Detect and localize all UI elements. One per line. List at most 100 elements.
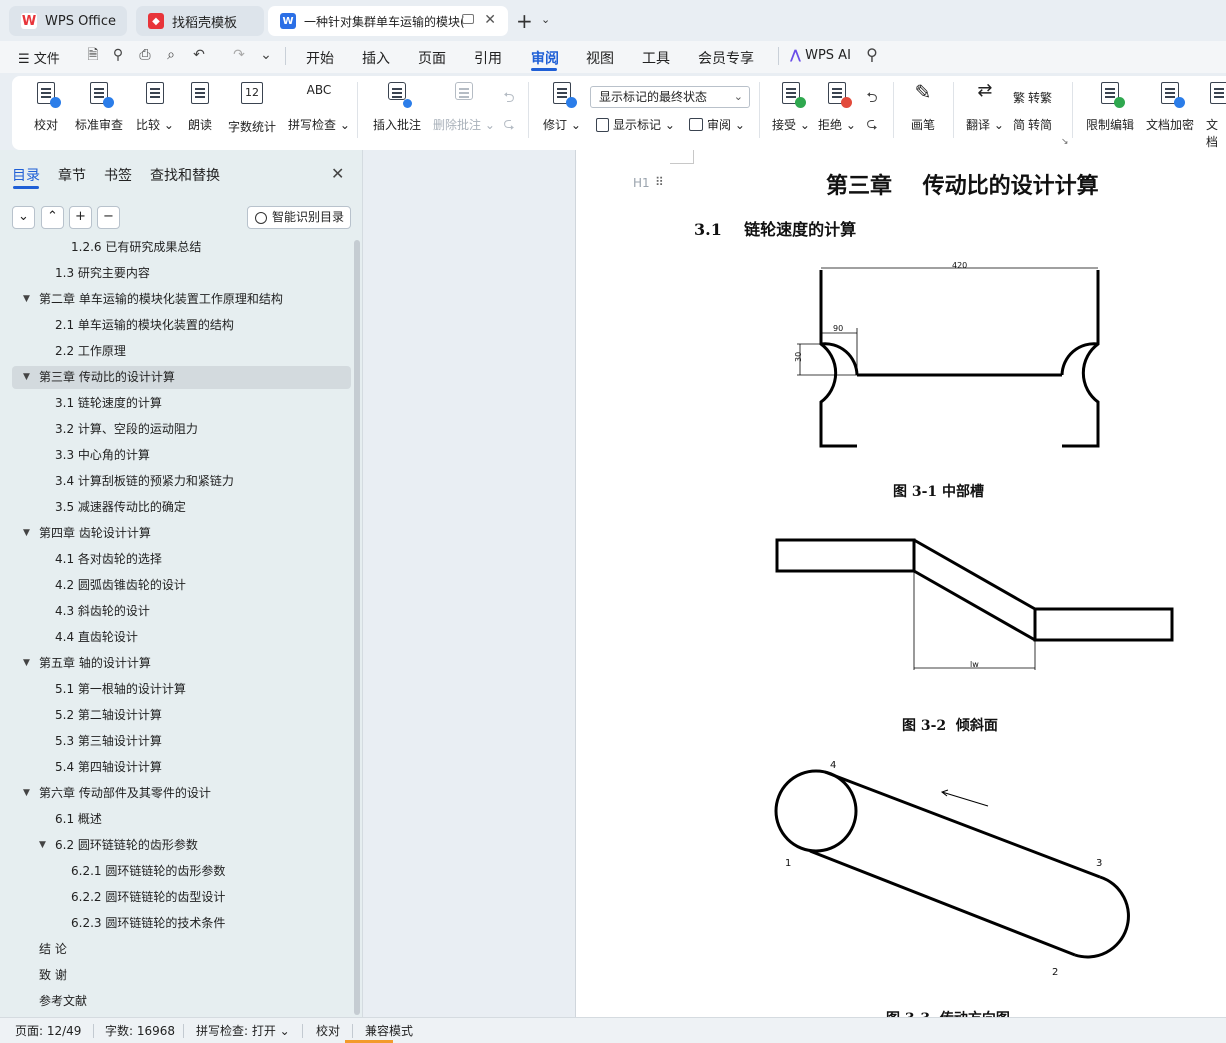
toc-item[interactable]: 6.1 概述	[12, 808, 351, 831]
show-markup-button[interactable]: 显示标记 ⌄	[596, 116, 675, 133]
toc-item[interactable]: 5.2 第二轴设计计算	[12, 704, 351, 727]
page-count[interactable]: 页面: 12/49	[15, 1022, 81, 1039]
toc-item[interactable]: 2.2 工作原理	[12, 340, 351, 363]
toc-collapse-arrow-icon[interactable]: ▼	[23, 652, 30, 675]
collapse-down-button[interactable]: ⌄	[12, 206, 35, 229]
toc-item[interactable]: 致 谢	[12, 964, 351, 987]
to-traditional-button[interactable]: 繁转繁	[1013, 89, 1052, 106]
redo-icon[interactable]: ↷	[231, 47, 247, 63]
next-comment-icon[interactable]: ⮎	[501, 116, 517, 132]
toc-item[interactable]: ▼ 6.2 圆环链链轮的齿形参数	[12, 834, 351, 857]
word-count-button[interactable]: 12 字数统计	[228, 80, 276, 135]
toc-collapse-arrow-icon[interactable]: ▼	[39, 834, 46, 857]
smart-toc-button[interactable]: 智能识别目录	[247, 206, 351, 229]
close-icon[interactable]: ✕	[484, 12, 496, 28]
add-heading-button[interactable]: +	[69, 206, 92, 229]
expand-up-button[interactable]: ⌃	[41, 206, 64, 229]
tab-toc[interactable]: 目录	[12, 165, 40, 185]
toc-item[interactable]: 3.2 计算、空段的运动阻力	[12, 418, 351, 441]
standard-review-button[interactable]: 标准审查	[75, 80, 123, 133]
toc-item[interactable]: 6.2.2 圆环链链轮的齿型设计	[12, 886, 351, 909]
toc-item[interactable]: 4.2 圆弧齿锥齿轮的设计	[12, 574, 351, 597]
toc-item[interactable]: ▼ 第四章 齿轮设计计算	[12, 522, 351, 545]
document-encrypt-button[interactable]: 文档加密	[1146, 80, 1194, 133]
previous-comment-icon[interactable]: ⮌	[501, 90, 517, 106]
tab-current-document[interactable]: W 一种针对集群单车运输的模块( ✕	[268, 6, 508, 36]
compare-button[interactable]: 比较 ⌄	[136, 80, 174, 133]
toc-item[interactable]: 5.3 第三轴设计计算	[12, 730, 351, 753]
tab-bookmarks[interactable]: 书签	[104, 165, 132, 185]
next-change-icon[interactable]: ⮎	[864, 116, 880, 132]
delete-comment-button[interactable]: 删除批注 ⌄	[433, 80, 495, 133]
previous-change-icon[interactable]: ⮌	[864, 90, 880, 106]
toc-item[interactable]: 5.4 第四轴设计计算	[12, 756, 351, 779]
proofread-button[interactable]: 校对	[33, 80, 61, 133]
toc-collapse-arrow-icon[interactable]: ▼	[23, 522, 30, 545]
menu-reference[interactable]: 引用	[474, 48, 502, 68]
toc-item[interactable]: 5.1 第一根轴的设计计算	[12, 678, 351, 701]
accept-button[interactable]: 接受 ⌄	[772, 80, 810, 133]
word-count-status[interactable]: 字数: 16968	[105, 1022, 175, 1039]
toc-item[interactable]: 3.3 中心角的计算	[12, 444, 351, 467]
chevron-down-icon[interactable]: ⌄	[541, 13, 550, 26]
toc-collapse-arrow-icon[interactable]: ▼	[23, 366, 30, 389]
toc-item[interactable]: 3.1 链轮速度的计算	[12, 392, 351, 415]
chevron-down-icon[interactable]: ⌄	[258, 47, 274, 63]
save-icon[interactable]: 🗎	[85, 47, 101, 63]
markup-state-select[interactable]: 显示标记的最终状态 ⌄	[590, 86, 750, 108]
spell-check-status[interactable]: 拼写检查: 打开 ⌄	[196, 1022, 290, 1039]
menu-member[interactable]: 会员专享	[698, 48, 754, 68]
document-cut-button[interactable]: 文档	[1206, 80, 1226, 150]
menu-start[interactable]: 开始	[306, 48, 334, 68]
toc-item[interactable]: ▼ 第五章 轴的设计计算	[12, 652, 351, 675]
to-simplified-button[interactable]: 简转简	[1013, 116, 1052, 133]
toc-item[interactable]: 6.2.1 圆环链链轮的齿形参数	[12, 860, 351, 883]
toc-item[interactable]: 1.3 研究主要内容	[12, 262, 351, 285]
restrict-edit-button[interactable]: 限制编辑	[1086, 80, 1134, 133]
toc-item[interactable]: 3.5 减速器传动比的确定	[12, 496, 351, 519]
toc-item[interactable]: ▼ 第二章 单车运输的模块化装置工作原理和结构	[12, 288, 351, 311]
tab-chapters[interactable]: 章节	[58, 165, 86, 185]
toc-collapse-arrow-icon[interactable]: ▼	[23, 782, 30, 805]
spell-check-button[interactable]: ABC 拼写检查 ⌄	[288, 80, 350, 133]
toc-item[interactable]: 1.2.6 已有研究成果总结	[12, 238, 351, 259]
toc-item[interactable]: 结 论	[12, 938, 351, 961]
wps-ai-button[interactable]: ⋀ WPS AI	[790, 48, 851, 63]
print-preview-icon[interactable]: ⌕	[163, 47, 179, 63]
undo-icon[interactable]: ↶	[191, 47, 207, 63]
toc-item[interactable]: 2.1 单车运输的模块化装置的结构	[12, 314, 351, 337]
close-icon[interactable]: ✕	[331, 164, 344, 183]
proofread-status[interactable]: 校对	[316, 1022, 340, 1039]
share-icon[interactable]: ⚲	[110, 47, 126, 63]
print-icon[interactable]: ⎙	[137, 47, 153, 63]
toc-item[interactable]: 4.4 直齿轮设计	[12, 626, 351, 649]
toc-item[interactable]: ▼ 第六章 传动部件及其零件的设计	[12, 782, 351, 805]
toc-scrollbar[interactable]	[354, 240, 360, 1015]
menu-review[interactable]: 审阅	[531, 48, 559, 68]
toc-item[interactable]: 3.4 计算刮板链的预紧力和紧链力	[12, 470, 351, 493]
tab-wps-office[interactable]: W WPS Office	[9, 6, 127, 36]
file-menu-button[interactable]: ☰ 文件	[18, 48, 60, 67]
toc-item[interactable]: 4.1 各对齿轮的选择	[12, 548, 351, 571]
tab-find-replace[interactable]: 查找和替换	[150, 165, 220, 185]
tab-docer-templates[interactable]: ◆ 找稻壳模板	[136, 6, 264, 36]
translate-button[interactable]: ⇄ 翻译 ⌄	[966, 80, 1004, 133]
toc-item[interactable]: 参考文献	[12, 990, 351, 1013]
read-aloud-button[interactable]: 朗读	[187, 80, 213, 133]
toc-item[interactable]: ▼ 第三章 传动比的设计计算	[12, 366, 351, 389]
menu-tools[interactable]: 工具	[642, 48, 670, 68]
new-tab-icon[interactable]: +	[516, 9, 533, 33]
menu-page[interactable]: 页面	[418, 48, 446, 68]
expand-group-icon[interactable]: ↘	[1061, 137, 1069, 147]
review-pane-button[interactable]: 审阅 ⌄	[689, 116, 745, 133]
menu-insert[interactable]: 插入	[362, 48, 390, 68]
reject-button[interactable]: 拒绝 ⌄	[818, 80, 856, 133]
pen-button[interactable]: ✎ 画笔	[910, 80, 936, 133]
search-icon[interactable]: ⚲	[864, 47, 880, 63]
remove-heading-button[interactable]: −	[97, 206, 120, 229]
insert-comment-button[interactable]: 插入批注	[373, 80, 421, 133]
toc-item[interactable]: 4.3 斜齿轮的设计	[12, 600, 351, 623]
track-changes-button[interactable]: 修订 ⌄	[543, 80, 581, 133]
toc-collapse-arrow-icon[interactable]: ▼	[23, 288, 30, 311]
toc-item[interactable]: 6.2.3 圆环链链轮的技术条件	[12, 912, 351, 935]
